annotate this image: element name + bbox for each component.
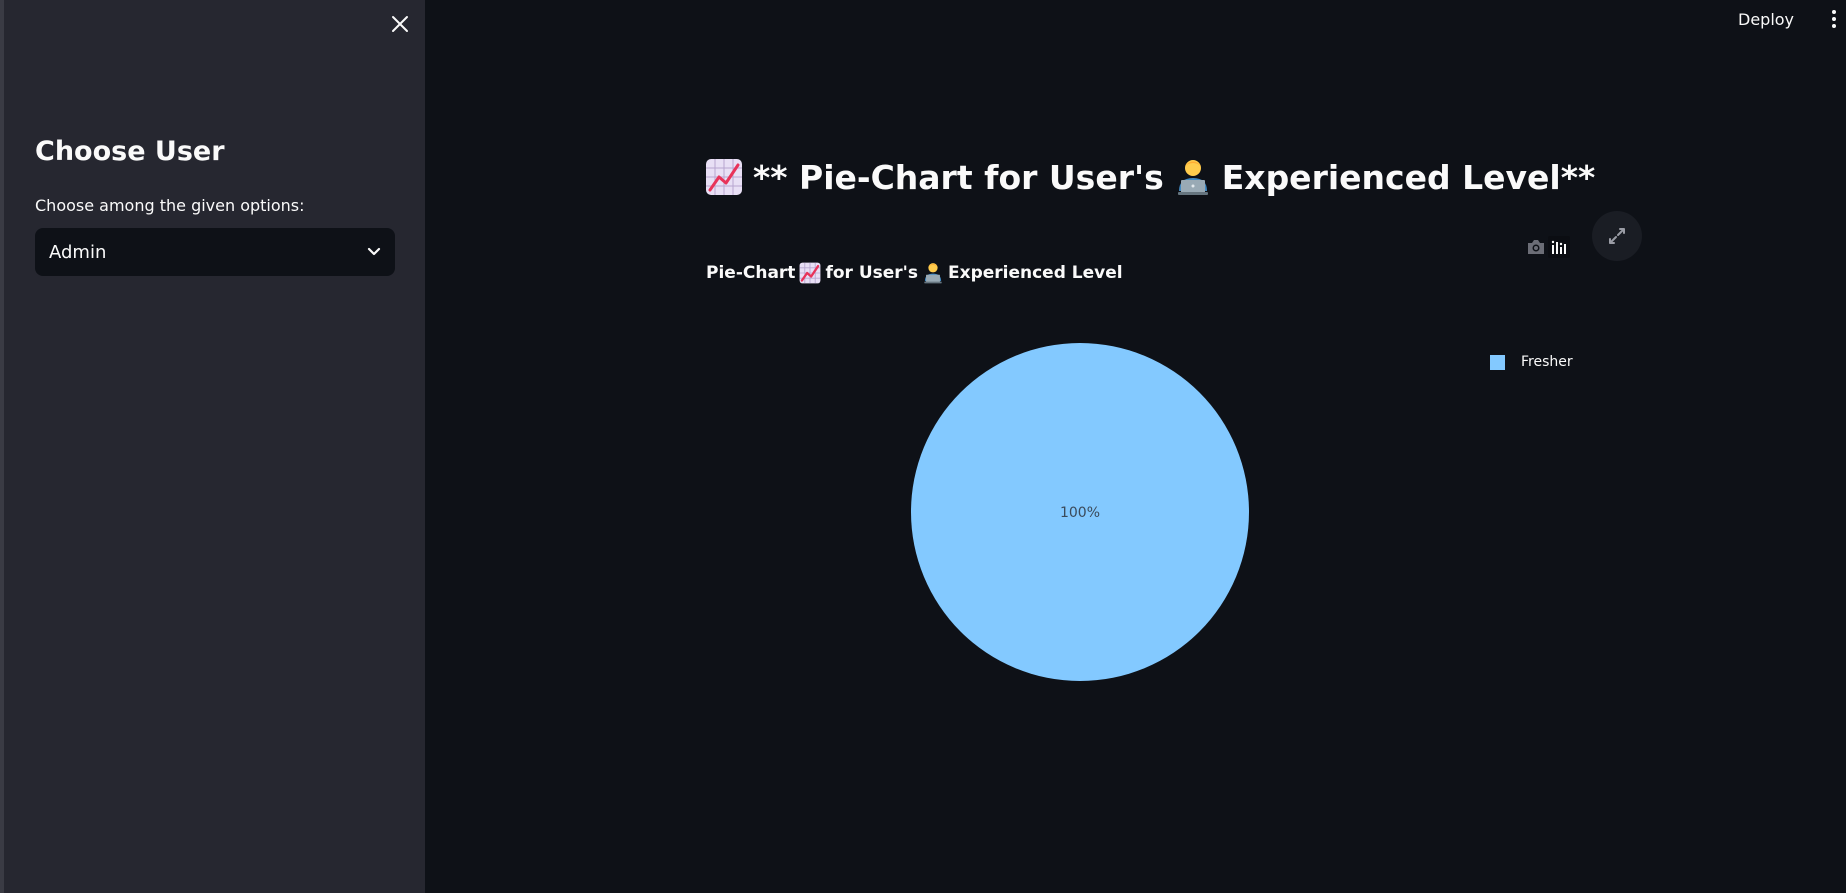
legend-label: Fresher <box>1521 354 1573 370</box>
sidebar: Choose User Choose among the given optio… <box>4 0 425 893</box>
main-menu-button[interactable] <box>1826 6 1842 32</box>
chart-title-part2: for User's <box>825 263 918 283</box>
page-title-prefix: ** Pie-Chart for User's <box>753 157 1164 197</box>
page-title-suffix: Experienced Level** <box>1221 157 1596 197</box>
close-sidebar-button[interactable] <box>384 8 416 40</box>
chevron-down-icon <box>367 247 381 256</box>
legend-swatch <box>1490 354 1505 370</box>
chart-increasing-emoji-icon <box>705 158 743 196</box>
fullscreen-button[interactable] <box>1592 211 1642 261</box>
plotly-logo-icon <box>1548 236 1570 258</box>
chart-title-part3: Experienced Level <box>947 263 1123 283</box>
legend-item-fresher[interactable]: Fresher <box>1490 352 1573 372</box>
sidebar-heading: Choose User <box>35 136 225 167</box>
deploy-button[interactable]: Deploy <box>1738 6 1794 32</box>
technologist-emoji-icon <box>1174 158 1212 196</box>
chart-increasing-emoji-icon <box>799 262 821 284</box>
select-label: Choose among the given options: <box>35 196 305 215</box>
plotly-logo-button[interactable] <box>1546 234 1572 260</box>
select-value: Admin <box>49 241 107 263</box>
chart-title-part1: Pie-Chart <box>706 263 796 283</box>
chart-title: Pie-Chart for User's Experienced Level <box>706 260 1123 286</box>
technologist-emoji-icon <box>922 262 944 284</box>
fullscreen-icon <box>1609 228 1625 244</box>
camera-icon <box>1528 240 1544 254</box>
user-select[interactable]: Admin <box>35 228 395 276</box>
page-title: ** Pie-Chart for User's Experienced Leve… <box>705 152 1595 202</box>
pie-chart: 100% <box>911 343 1249 681</box>
kebab-menu-icon <box>1832 10 1836 28</box>
pie-slice-label: 100% <box>1060 505 1100 521</box>
close-icon <box>392 16 408 32</box>
